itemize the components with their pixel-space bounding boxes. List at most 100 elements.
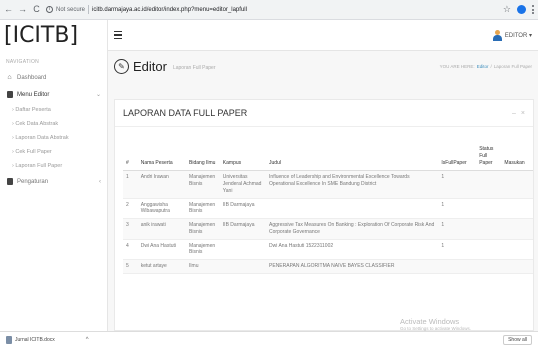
cell-bidang: Ilmu [186,259,220,274]
sidebar-heading: NAVIGATION [6,59,40,65]
table-row: 4 Dwi Ana Hastuti Manajemen Bisnis Dwi A… [123,239,533,260]
cell-isfullpaper [438,259,477,274]
column-header-masukan[interactable]: Masukan [501,143,533,172]
watermark-title: Activate Windows [400,317,460,326]
cell-nama: anik irawati [137,218,187,240]
home-icon: ⌂ [7,74,12,81]
cell-kampus: Universitas Jenderal Achmad Yani [219,170,267,199]
download-bar: Jurnal ICITB.docx ^ Show all [0,331,538,348]
cell-no: 3 [123,218,138,240]
cell-judul: Aggressive Tax Measures On Banking : Exp… [266,218,439,240]
sidebar-item-dashboard[interactable]: ⌂ Dashboard [0,69,107,86]
page-title: Editor [133,58,167,74]
cell-bidang: Manajemen Bisnis [186,198,220,219]
close-icon[interactable]: × [521,110,525,117]
reload-button[interactable]: C [32,5,41,14]
sidebar-item-menu-editor[interactable]: Menu Editor ⌄ [0,86,107,103]
cell-judul: Dwi Ana Hastuti 1522311002 [266,239,439,260]
download-item[interactable]: Jurnal ICITB.docx ^ [6,336,89,344]
url-text[interactable]: icitb.darmajaya.ac.id/editor/index.php?m… [92,7,247,13]
forward-button[interactable]: → [18,5,27,14]
cell-no: 2 [123,198,138,219]
minimize-icon[interactable]: – [512,110,516,117]
cell-nama: Anggawisha Wibawaputra [137,198,187,219]
sidebar-item-label: Pengaturan [17,178,49,185]
cell-masukan [501,259,533,274]
column-header-judul[interactable]: Judul [266,143,439,172]
sidebar-subitem-cek-data-abstrak[interactable]: › Cek Data Abstrak [0,117,107,131]
table-row: 5 ketut artaye Ilmu PENERAPAN ALGORITMA … [123,259,533,274]
breadcrumb-prefix: YOU ARE HERE: [439,63,475,69]
show-all-button[interactable]: Show all [503,335,532,345]
cell-status [476,239,502,260]
chevron-up-icon[interactable]: ^ [86,337,89,343]
logo-area: [ICITB] [0,20,108,51]
sidebar-subitem-daftar-peserta[interactable]: › Daftar Peserta [0,103,107,117]
table-header-row: # Nama Peserta Bidang Ilmu Kampus Judul … [123,143,533,172]
cell-judul: PENERAPAN ALGORITMA NAIVE BAYES CLASSIFI… [266,259,439,274]
cell-nama: Andri Irawan [137,170,187,199]
not-secure-label: Not secure [56,6,86,13]
cell-kampus [219,239,267,260]
breadcrumb: YOU ARE HERE: Editor / Laporan Full Pape… [440,64,532,69]
cell-kampus: IIB Darmajaya [219,198,267,219]
user-avatar-icon [492,29,502,41]
cell-kampus: IIB Darmajaya [219,218,267,240]
column-header-status[interactable]: Status Full Paper [476,143,502,172]
report-panel: LAPORAN DATA FULL PAPER – × # Nama Peser… [114,99,534,331]
star-icon[interactable]: ☆ [503,4,511,15]
cell-judul: Influence of Leadership and Environmenta… [266,170,439,199]
cell-status [476,259,502,274]
cell-judul [266,198,439,219]
panel-header: LAPORAN DATA FULL PAPER – × [115,100,533,127]
column-header-isfullpaper[interactable]: IsFullPaper [438,143,477,172]
sidebar-subitem-cek-full-paper[interactable]: › Cek Full Paper [0,145,107,159]
breadcrumb-link-editor[interactable]: Editor [477,64,489,69]
back-button[interactable]: ← [4,5,13,14]
column-header-kampus[interactable]: Kampus [219,143,267,172]
main-content: ✎ Editor Laporan Full Paper YOU ARE HERE… [108,51,538,331]
cell-no: 1 [123,170,138,199]
info-icon[interactable]: i [46,6,53,13]
sidebar-subitem-laporan-full-paper[interactable]: › Laporan Full Paper [0,159,107,173]
windows-activation-watermark: Activate Windows Go to Settings to activ… [400,317,471,331]
address-bar[interactable]: i Not secure icitb.darmajaya.ac.id/edito… [46,3,247,16]
cell-bidang: Manajemen Bisnis [186,239,220,260]
pencil-icon: ✎ [114,58,129,74]
sidebar-item-pengaturan[interactable]: Pengaturan ‹ [0,173,107,190]
cell-nama: Dwi Ana Hastuti [137,239,187,260]
user-menu[interactable]: EDITOR ▾ [492,29,532,41]
panel-tools: – × [512,110,525,117]
cell-masukan [501,239,533,260]
column-header-no[interactable]: # [123,143,138,172]
app-logo[interactable]: [ICITB] [4,23,78,48]
document-icon [6,336,12,344]
sidebar-item-label: Menu Editor [17,91,50,98]
breadcrumb-separator: / [490,63,492,69]
cell-no: 4 [123,239,138,260]
sidebar-subitem-laporan-data-abstrak[interactable]: › Laporan Data Abstrak [0,131,107,145]
page-header: ✎ Editor Laporan Full Paper YOU ARE HERE… [108,51,538,81]
user-name: EDITOR ▾ [504,32,532,39]
cell-status [476,170,502,199]
hamburger-icon[interactable] [114,30,122,40]
url-divider [88,5,90,14]
cell-masukan [501,198,533,219]
cell-bidang: Manajemen Bisnis [186,170,220,199]
cell-kampus [219,259,267,274]
breadcrumb-current: Laporan Full Paper [493,63,532,69]
cell-masukan [501,218,533,240]
cell-nama: ketut artaye [137,259,187,274]
chevron-down-icon: ⌄ [95,92,101,98]
table-row: 3 anik irawati Manajemen Bisnis IIB Darm… [123,218,533,240]
column-header-bidang[interactable]: Bidang Ilmu [186,143,220,172]
page-subtitle: Laporan Full Paper [172,64,216,71]
column-header-nama[interactable]: Nama Peserta [137,143,187,172]
cell-bidang: Manajemen Bisnis [186,218,220,240]
full-paper-table: # Nama Peserta Bidang Ilmu Kampus Judul … [123,143,533,274]
book-icon [6,178,13,185]
download-file-name: Jurnal ICITB.docx [15,337,55,343]
extension-icon[interactable] [517,5,526,14]
kebab-menu-icon[interactable] [532,5,534,14]
cell-masukan [501,170,533,199]
